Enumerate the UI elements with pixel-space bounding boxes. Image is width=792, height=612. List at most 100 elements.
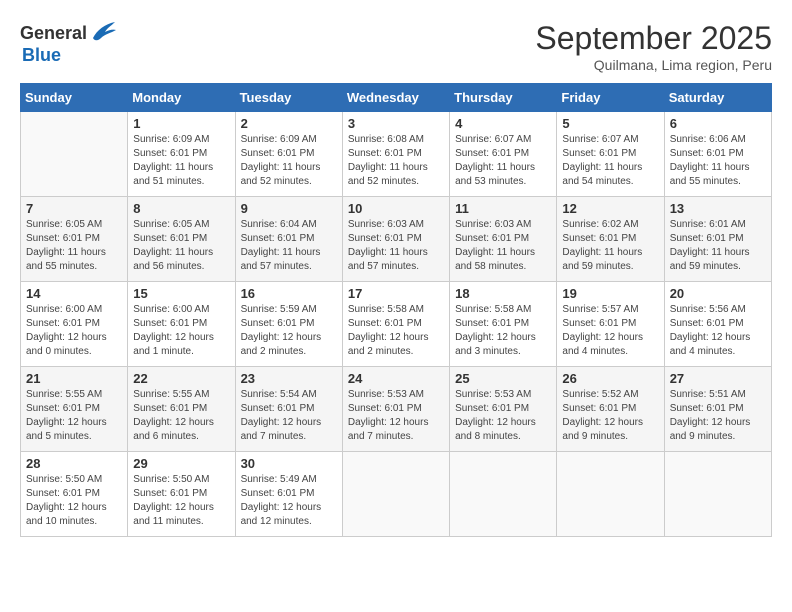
day-info: Sunrise: 6:03 AMSunset: 6:01 PMDaylight:…	[348, 218, 444, 274]
day-number: 15	[133, 286, 229, 301]
calendar-cell	[664, 452, 771, 537]
calendar-cell: 7 Sunrise: 6:05 AMSunset: 6:01 PMDaylight…	[21, 197, 128, 282]
day-number: 25	[455, 371, 551, 386]
calendar-cell: 17Sunrise: 5:58 AMSunset: 6:01 PMDayligh…	[342, 282, 449, 367]
calendar-cell	[342, 452, 449, 537]
calendar-cell: 24 Sunrise: 5:53 AMSunset: 6:01 PMDayligh…	[342, 367, 449, 452]
calendar-table: SundayMondayTuesdayWednesdayThursdayFrid…	[20, 83, 772, 537]
calendar-cell: 22Sunrise: 5:55 AMSunset: 6:01 PMDayligh…	[128, 367, 235, 452]
calendar-cell: 19 Sunrise: 5:57 AMSunset: 6:01 PMDayligh…	[557, 282, 664, 367]
day-info: Sunrise: 6:09 AMSunset: 6:01 PMDaylight:…	[133, 133, 229, 189]
day-number: 19	[562, 286, 658, 301]
day-info: Sunrise: 6:06 AMSunset: 6:01 PMDaylight:…	[670, 133, 766, 189]
logo-general-text: General	[20, 24, 87, 42]
calendar-cell	[450, 452, 557, 537]
calendar-subtitle: Quilmana, Lima region, Peru	[535, 57, 772, 73]
calendar-cell: 16 Sunrise: 5:59 AMSunset: 6:01 PMDayligh…	[235, 282, 342, 367]
day-info: Sunrise: 5:55 AMSunset: 6:01 PMDaylight:…	[26, 388, 122, 444]
calendar-cell: 28Sunrise: 5:50 AMSunset: 6:01 PMDayligh…	[21, 452, 128, 537]
day-info: Sunrise: 6:03 AMSunset: 6:01 PMDaylight:…	[455, 218, 551, 274]
day-number: 10	[348, 201, 444, 216]
day-number: 12	[562, 201, 658, 216]
calendar-cell: 9Sunrise: 6:04 AMSunset: 6:01 PMDaylight…	[235, 197, 342, 282]
calendar-week-row: 7 Sunrise: 6:05 AMSunset: 6:01 PMDaylight…	[21, 197, 772, 282]
day-number: 21	[26, 371, 122, 386]
calendar-cell: 27 Sunrise: 5:51 AMSunset: 6:01 PMDayligh…	[664, 367, 771, 452]
day-number: 1	[133, 116, 229, 131]
calendar-cell: 12 Sunrise: 6:02 AMSunset: 6:01 PMDayligh…	[557, 197, 664, 282]
day-number: 20	[670, 286, 766, 301]
calendar-cell: 1 Sunrise: 6:09 AMSunset: 6:01 PMDaylight…	[128, 112, 235, 197]
header-thursday: Thursday	[450, 84, 557, 112]
calendar-cell: 8 Sunrise: 6:05 AMSunset: 6:01 PMDaylight…	[128, 197, 235, 282]
day-info: Sunrise: 5:58 AMSunset: 6:01 PMDaylight:…	[348, 303, 444, 359]
day-info: Sunrise: 5:52 AMSunset: 6:01 PMDaylight:…	[562, 388, 658, 444]
day-info: Sunrise: 6:00 AMSunset: 6:01 PMDaylight:…	[26, 303, 122, 359]
calendar-cell	[21, 112, 128, 197]
calendar-cell: 23 Sunrise: 5:54 AMSunset: 6:01 PMDayligh…	[235, 367, 342, 452]
day-number: 2	[241, 116, 337, 131]
logo-blue-text: Blue	[22, 46, 117, 64]
logo-bird-icon	[89, 20, 117, 46]
logo: General Blue	[20, 20, 117, 64]
calendar-cell: 10 Sunrise: 6:03 AMSunset: 6:01 PMDayligh…	[342, 197, 449, 282]
header-tuesday: Tuesday	[235, 84, 342, 112]
calendar-cell: 5 Sunrise: 6:07 AMSunset: 6:01 PMDaylight…	[557, 112, 664, 197]
calendar-cell: 18 Sunrise: 5:58 AMSunset: 6:01 PMDayligh…	[450, 282, 557, 367]
calendar-week-row: 28Sunrise: 5:50 AMSunset: 6:01 PMDayligh…	[21, 452, 772, 537]
day-info: Sunrise: 6:00 AMSunset: 6:01 PMDaylight:…	[133, 303, 229, 359]
day-info: Sunrise: 5:59 AMSunset: 6:01 PMDaylight:…	[241, 303, 337, 359]
day-number: 9	[241, 201, 337, 216]
day-info: Sunrise: 5:54 AMSunset: 6:01 PMDaylight:…	[241, 388, 337, 444]
calendar-header-row: SundayMondayTuesdayWednesdayThursdayFrid…	[21, 84, 772, 112]
calendar-cell: 15 Sunrise: 6:00 AMSunset: 6:01 PMDayligh…	[128, 282, 235, 367]
day-info: Sunrise: 6:07 AMSunset: 6:01 PMDaylight:…	[562, 133, 658, 189]
calendar-week-row: 14 Sunrise: 6:00 AMSunset: 6:01 PMDayligh…	[21, 282, 772, 367]
header-friday: Friday	[557, 84, 664, 112]
day-info: Sunrise: 6:01 AMSunset: 6:01 PMDaylight:…	[670, 218, 766, 274]
day-number: 23	[241, 371, 337, 386]
header-saturday: Saturday	[664, 84, 771, 112]
day-info: Sunrise: 5:55 AMSunset: 6:01 PMDaylight:…	[133, 388, 229, 444]
calendar-cell: 4Sunrise: 6:07 AMSunset: 6:01 PMDaylight…	[450, 112, 557, 197]
day-info: Sunrise: 5:51 AMSunset: 6:01 PMDaylight:…	[670, 388, 766, 444]
day-number: 3	[348, 116, 444, 131]
day-info: Sunrise: 5:53 AMSunset: 6:01 PMDaylight:…	[455, 388, 551, 444]
day-info: Sunrise: 5:56 AMSunset: 6:01 PMDaylight:…	[670, 303, 766, 359]
day-number: 5	[562, 116, 658, 131]
day-number: 26	[562, 371, 658, 386]
calendar-cell: 26 Sunrise: 5:52 AMSunset: 6:01 PMDayligh…	[557, 367, 664, 452]
calendar-week-row: 21 Sunrise: 5:55 AMSunset: 6:01 PMDayligh…	[21, 367, 772, 452]
day-number: 24	[348, 371, 444, 386]
day-info: Sunrise: 6:05 AMSunset: 6:01 PMDaylight:…	[26, 218, 122, 274]
day-info: Sunrise: 6:02 AMSunset: 6:01 PMDaylight:…	[562, 218, 658, 274]
day-number: 27	[670, 371, 766, 386]
day-info: Sunrise: 5:53 AMSunset: 6:01 PMDaylight:…	[348, 388, 444, 444]
calendar-cell: 6Sunrise: 6:06 AMSunset: 6:01 PMDaylight…	[664, 112, 771, 197]
calendar-cell: 11Sunrise: 6:03 AMSunset: 6:01 PMDayligh…	[450, 197, 557, 282]
day-info: Sunrise: 5:57 AMSunset: 6:01 PMDaylight:…	[562, 303, 658, 359]
calendar-cell: 21 Sunrise: 5:55 AMSunset: 6:01 PMDayligh…	[21, 367, 128, 452]
day-info: Sunrise: 6:07 AMSunset: 6:01 PMDaylight:…	[455, 133, 551, 189]
calendar-cell: 3Sunrise: 6:08 AMSunset: 6:01 PMDaylight…	[342, 112, 449, 197]
day-number: 16	[241, 286, 337, 301]
calendar-cell: 13 Sunrise: 6:01 AMSunset: 6:01 PMDayligh…	[664, 197, 771, 282]
day-number: 18	[455, 286, 551, 301]
day-number: 8	[133, 201, 229, 216]
day-number: 13	[670, 201, 766, 216]
day-number: 14	[26, 286, 122, 301]
day-info: Sunrise: 6:05 AMSunset: 6:01 PMDaylight:…	[133, 218, 229, 274]
title-area: September 2025 Quilmana, Lima region, Pe…	[535, 20, 772, 73]
day-number: 29	[133, 456, 229, 471]
calendar-cell: 29Sunrise: 5:50 AMSunset: 6:01 PMDayligh…	[128, 452, 235, 537]
header-monday: Monday	[128, 84, 235, 112]
header-wednesday: Wednesday	[342, 84, 449, 112]
calendar-cell	[557, 452, 664, 537]
day-number: 7	[26, 201, 122, 216]
day-info: Sunrise: 5:58 AMSunset: 6:01 PMDaylight:…	[455, 303, 551, 359]
calendar-week-row: 1 Sunrise: 6:09 AMSunset: 6:01 PMDaylight…	[21, 112, 772, 197]
calendar-cell: 2Sunrise: 6:09 AMSunset: 6:01 PMDaylight…	[235, 112, 342, 197]
calendar-cell: 14 Sunrise: 6:00 AMSunset: 6:01 PMDayligh…	[21, 282, 128, 367]
day-number: 28	[26, 456, 122, 471]
calendar-cell: 20 Sunrise: 5:56 AMSunset: 6:01 PMDayligh…	[664, 282, 771, 367]
